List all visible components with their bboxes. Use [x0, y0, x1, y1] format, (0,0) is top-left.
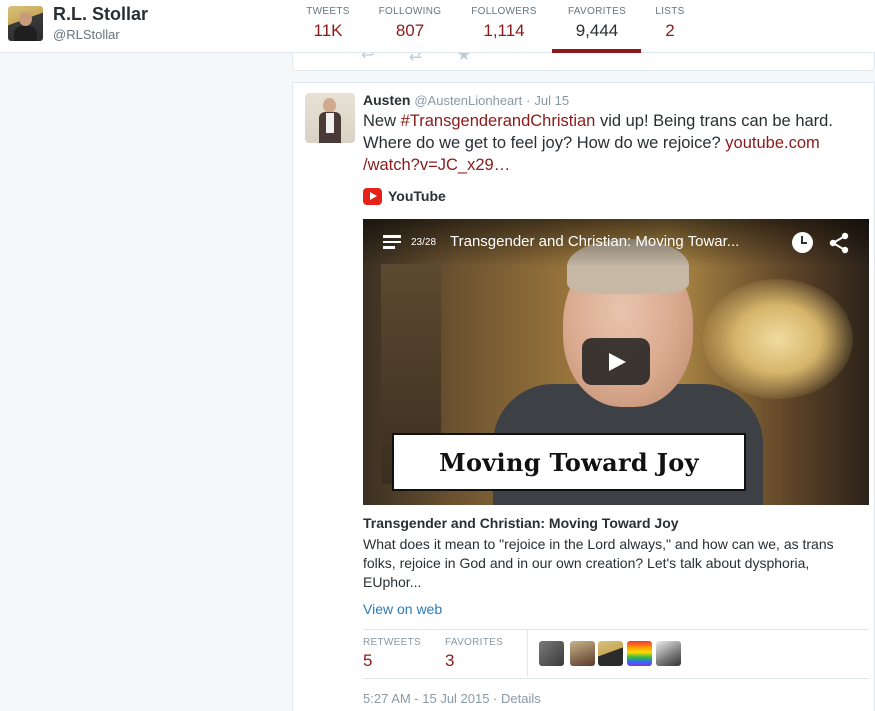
- avatar-head: [323, 98, 336, 113]
- play-button-icon[interactable]: [582, 338, 650, 385]
- stat-lists-label: LISTS: [655, 6, 685, 17]
- avatar-head: [19, 12, 32, 26]
- card-source-name: YouTube: [388, 188, 446, 204]
- video-banner: Moving Toward Joy: [392, 433, 746, 491]
- tweet-timestamp-row: 5:27 AM - 15 Jul 2015 · Details: [363, 691, 541, 706]
- watch-later-icon[interactable]: [792, 232, 813, 253]
- favoriter-avatar[interactable]: [539, 641, 564, 666]
- tweet-author-handle[interactable]: @AustenLionheart: [414, 93, 522, 108]
- stat-followers-label: FOLLOWERS: [471, 6, 537, 17]
- favoriter-avatar[interactable]: [570, 641, 595, 666]
- retweets-count[interactable]: 5: [363, 651, 372, 671]
- tweet-date[interactable]: Jul 15: [534, 93, 569, 108]
- stat-tweets-label: TWEETS: [306, 6, 350, 17]
- card-source[interactable]: YouTube: [363, 186, 446, 206]
- tweet-text: New #TransgenderandChristian vid up! Bei…: [363, 110, 833, 176]
- profile-name[interactable]: R.L. Stollar: [53, 4, 148, 25]
- tweet-author-name[interactable]: Austen: [363, 92, 410, 108]
- previous-tweet-card: ↩ ⇄ ★: [292, 53, 875, 71]
- details-link[interactable]: Details: [501, 691, 541, 706]
- retweet-icon[interactable]: ⇄: [409, 53, 422, 64]
- favorites-count[interactable]: 3: [445, 651, 454, 671]
- video-title[interactable]: Transgender and Christian: Moving Towar.…: [450, 233, 739, 250]
- profile-handle: @RLStollar: [53, 27, 120, 42]
- tweet-timestamp: 5:27 AM - 15 Jul 2015: [363, 691, 490, 706]
- profile-avatar[interactable]: [8, 6, 43, 41]
- avatar-shirt: [326, 113, 334, 133]
- stat-tweets[interactable]: TWEETS 11K: [306, 6, 350, 41]
- card-title[interactable]: Transgender and Christian: Moving Toward…: [363, 515, 679, 531]
- retweets-label: RETWEETS: [363, 637, 421, 648]
- video-banner-text: Moving Toward Joy: [439, 447, 699, 477]
- stat-followers-value: 1,114: [483, 21, 525, 40]
- share-icon[interactable]: [828, 232, 850, 254]
- favorite-icon[interactable]: ★: [457, 53, 471, 64]
- stats-separator: [527, 630, 528, 677]
- avatar-body: [14, 26, 37, 41]
- tweet-header-separator: ·: [526, 93, 531, 108]
- tweet-author-avatar[interactable]: [305, 93, 355, 143]
- favoriter-avatar[interactable]: [656, 641, 681, 666]
- stats-divider-bottom: [363, 678, 869, 679]
- stat-lists[interactable]: LISTS 2: [652, 6, 688, 41]
- youtube-icon: [363, 187, 382, 205]
- previous-tweet-actions: ↩ ⇄ ★: [361, 53, 501, 65]
- stat-tweets-value: 11K: [313, 21, 343, 40]
- reply-icon[interactable]: ↩: [361, 53, 374, 64]
- stat-lists-value: 2: [665, 21, 675, 40]
- tweet-text-start: New: [363, 112, 401, 130]
- stat-following[interactable]: FOLLOWING 807: [378, 6, 442, 41]
- video-player[interactable]: 23/28 Transgender and Christian: Moving …: [363, 219, 869, 505]
- stat-following-value: 807: [395, 21, 425, 40]
- stats-divider-top: [363, 629, 869, 630]
- stat-favorites-value: 9,444: [575, 21, 619, 40]
- stat-following-label: FOLLOWING: [378, 6, 442, 17]
- profile-nav-bar: R.L. Stollar @RLStollar TWEETS 11K FOLLO…: [0, 0, 875, 53]
- view-on-web-link[interactable]: View on web: [363, 601, 442, 617]
- tweet-header: Austen @AustenLionheart · Jul 15: [363, 92, 569, 108]
- stat-favorites-label: FAVORITES: [567, 6, 627, 17]
- favoriter-avatar[interactable]: [627, 641, 652, 666]
- hashtag-link[interactable]: #TransgenderandChristian: [401, 112, 596, 130]
- favorites-label: FAVORITES: [445, 637, 504, 648]
- favoriter-avatar[interactable]: [598, 641, 623, 666]
- video-lamp-glow: [703, 279, 853, 399]
- tweet-card: Austen @AustenLionheart · Jul 15 New #Tr…: [292, 82, 875, 711]
- playlist-menu-icon[interactable]: [383, 235, 401, 252]
- timestamp-separator: ·: [489, 691, 502, 706]
- stat-favorites[interactable]: FAVORITES 9,444: [564, 6, 630, 41]
- card-description: What does it mean to "rejoice in the Lor…: [363, 536, 834, 590]
- stat-followers[interactable]: FOLLOWERS 1,114: [470, 6, 538, 41]
- playlist-position: 23/28: [411, 237, 437, 248]
